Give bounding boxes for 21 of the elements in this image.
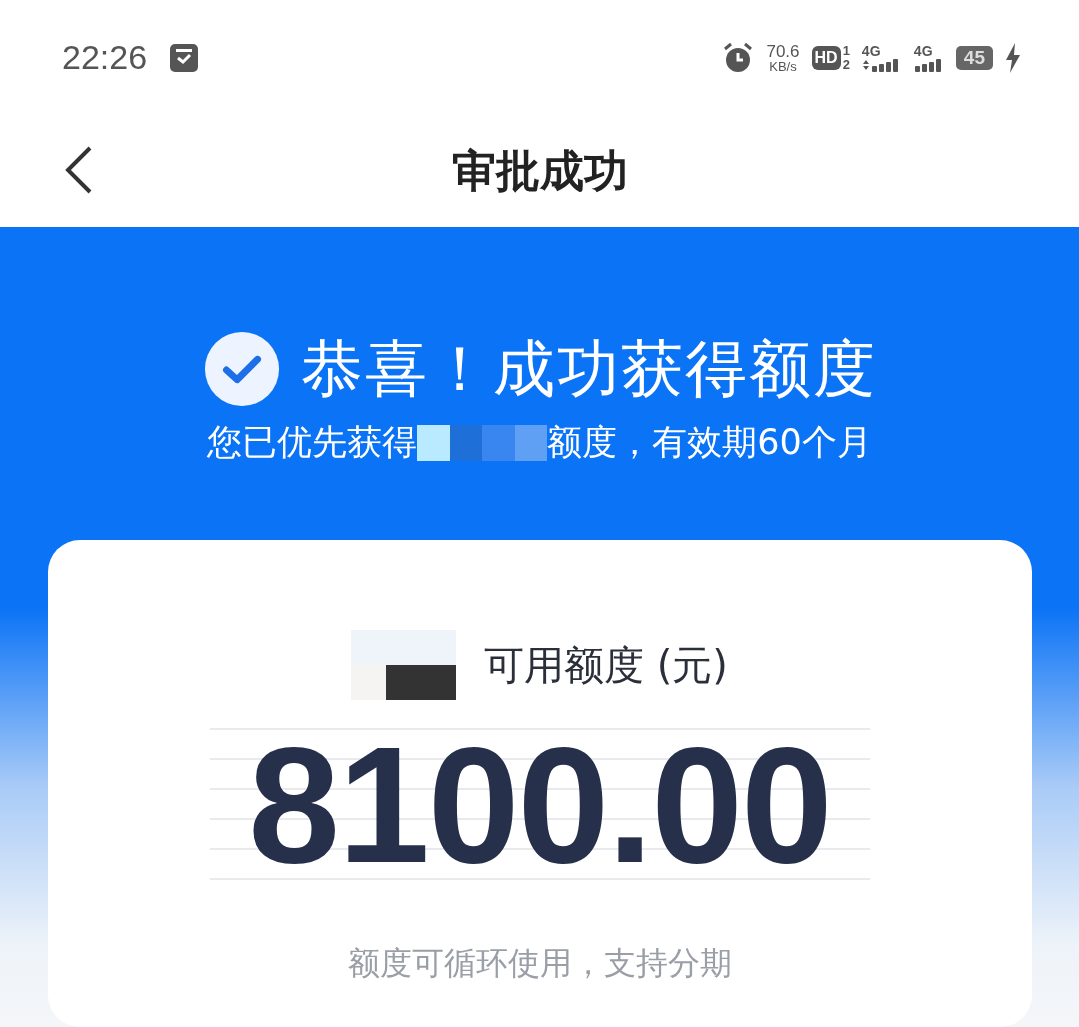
- network-type: 4G: [861, 43, 881, 58]
- back-button[interactable]: [64, 145, 94, 195]
- network-speed: 70.6: [766, 42, 800, 60]
- subtitle-text: 额度，有效期60个月: [547, 421, 872, 464]
- alarm-icon: [722, 41, 755, 74]
- hd-badge: HD: [811, 45, 841, 70]
- credit-note: 额度可循环使用，支持分期: [347, 943, 732, 984]
- success-heading: 恭喜！成功获得额度: [300, 331, 877, 407]
- network-type: 4G: [913, 43, 933, 58]
- subtitle-text: 您已优先获得: [207, 421, 418, 464]
- credit-amount: 8100.00: [248, 722, 831, 888]
- sim-number: 1: [842, 43, 850, 58]
- check-circle-icon: [202, 330, 281, 408]
- signal-icon: [913, 57, 944, 72]
- battery-indicator: 45: [955, 45, 993, 70]
- inbox-icon: [169, 42, 200, 73]
- page-title: 审批成功: [451, 143, 628, 198]
- sim-number: 2: [842, 57, 850, 72]
- available-credit-label: 可用额度 (元): [484, 640, 728, 690]
- status-time: 22:26: [62, 38, 148, 77]
- speed-unit: KB/s: [769, 59, 797, 73]
